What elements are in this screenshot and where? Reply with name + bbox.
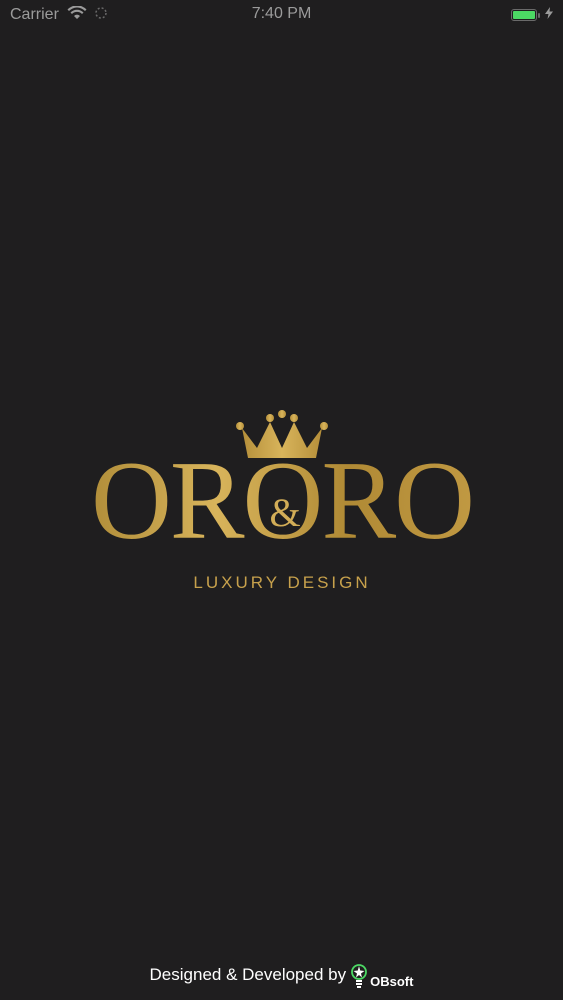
footer-credit: Designed & Developed by OBsoft bbox=[0, 955, 563, 995]
brand-ampersand: & bbox=[269, 490, 301, 535]
battery-icon bbox=[511, 9, 540, 21]
battery-fill bbox=[513, 11, 535, 19]
signal-icon bbox=[95, 6, 107, 24]
obsoft-label: OBsoft bbox=[370, 974, 414, 989]
status-right bbox=[511, 6, 553, 24]
obsoft-logo-icon bbox=[351, 964, 368, 988]
brand-tagline: LUXURY DESIGN bbox=[193, 573, 371, 592]
credit-label: Designed & Developed by bbox=[149, 965, 347, 984]
ororo-logo: ORORO & LUXURY DESIGN bbox=[62, 408, 502, 598]
status-left: Carrier bbox=[10, 4, 107, 25]
obsoft-brand: OBsoft bbox=[350, 958, 413, 992]
carrier-label: Carrier bbox=[10, 6, 59, 23]
wifi-icon bbox=[67, 4, 87, 25]
status-bar: Carrier 7:40 PM bbox=[0, 0, 563, 30]
charging-icon bbox=[545, 6, 553, 24]
